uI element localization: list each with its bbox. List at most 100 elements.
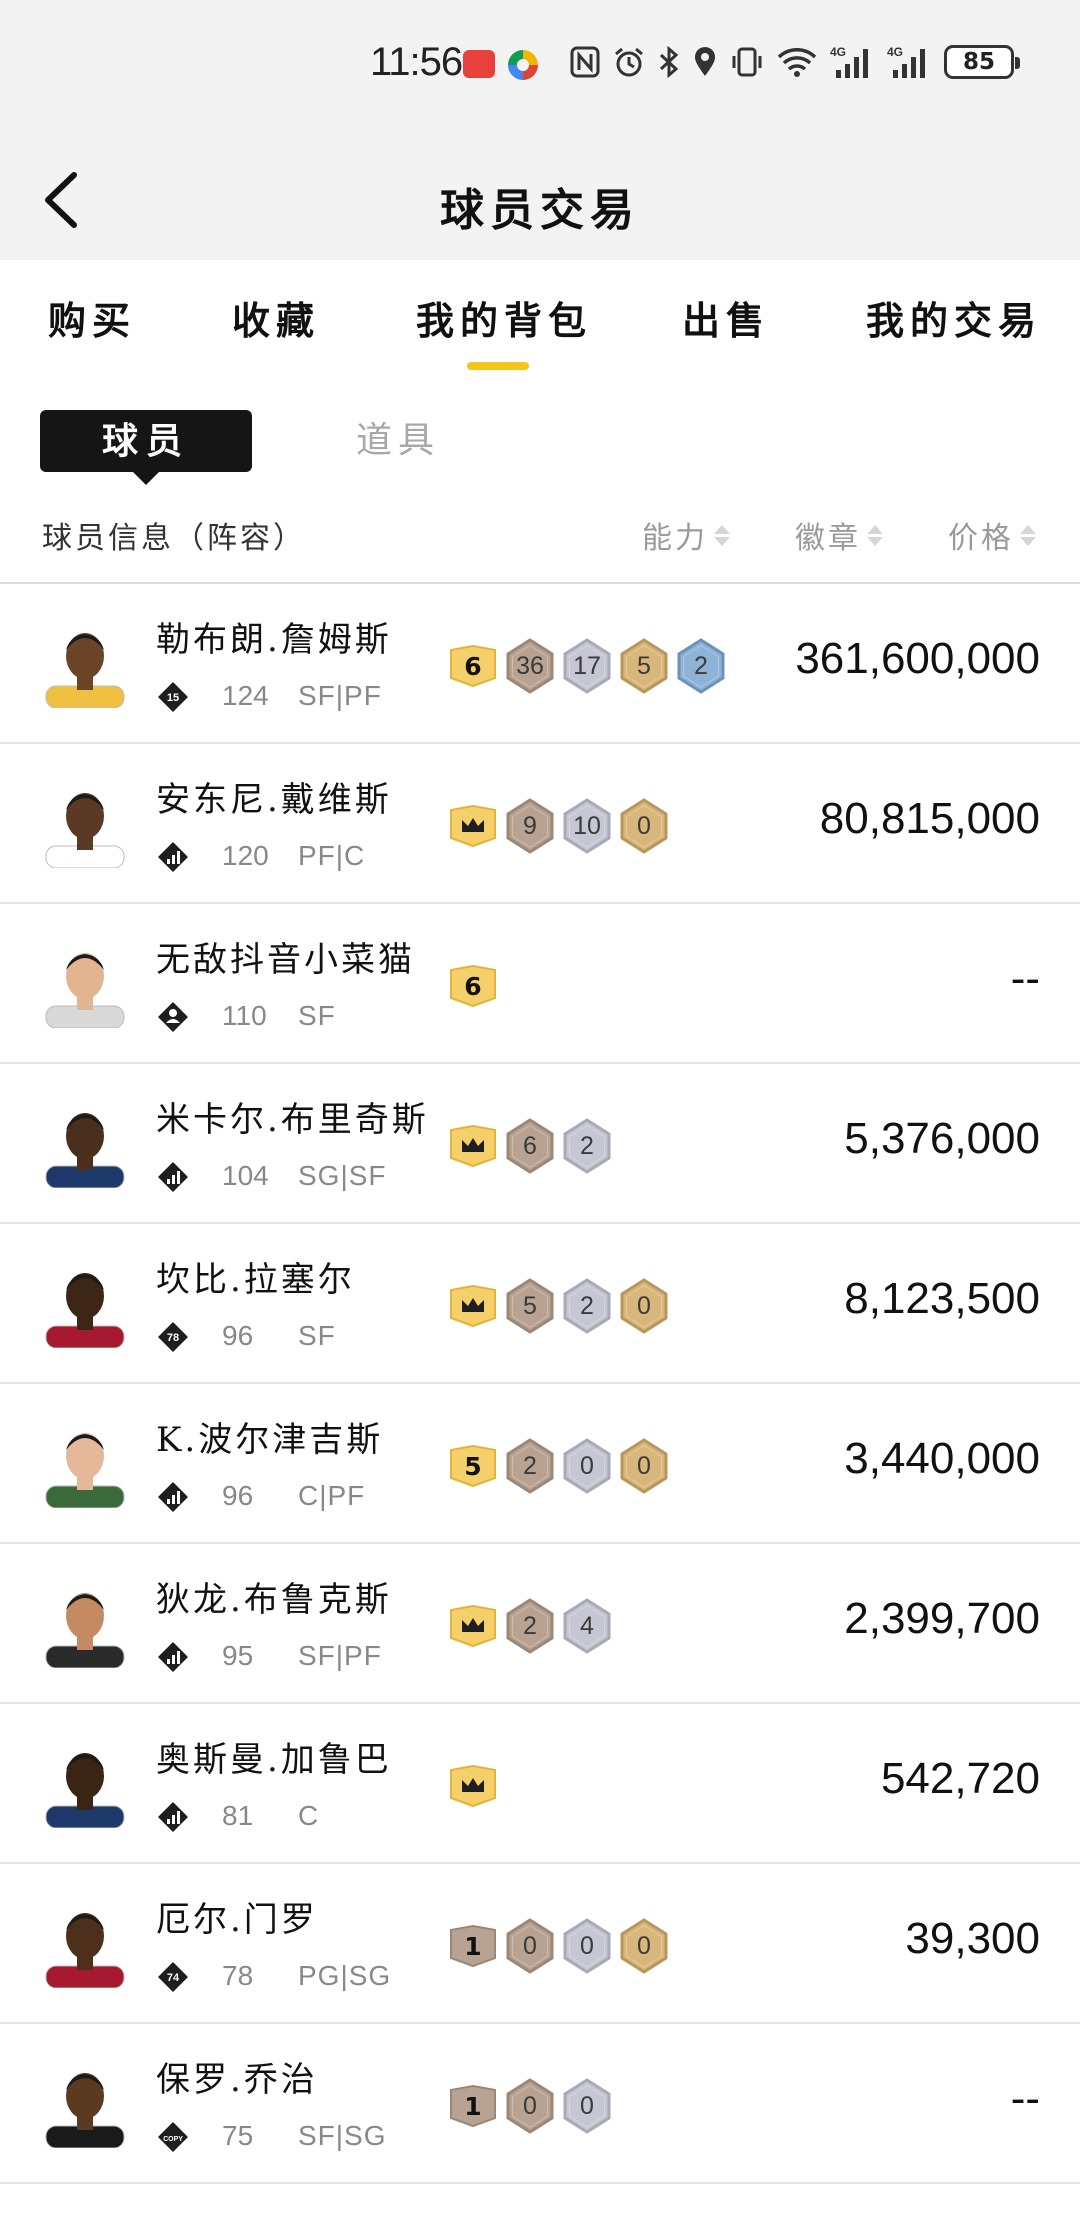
- player-row[interactable]: 狄龙.布鲁克斯 95 SF|PF 2 4 2,399,700: [0, 1544, 1080, 1704]
- badge-count-value: 4: [580, 1611, 594, 1640]
- player-row[interactable]: 勒布朗.詹姆斯 15 124 SF|PF 6 36 17 5 2 361,600,000: [0, 584, 1080, 744]
- sort-price[interactable]: 价格: [948, 513, 1036, 557]
- sort-ability[interactable]: 能力: [642, 513, 730, 557]
- player-ovr: 78: [222, 1960, 254, 1991]
- badge-count: 0: [562, 2078, 612, 2134]
- signal-4g-icon: 4G: [887, 45, 925, 78]
- tab-sell[interactable]: 出售: [682, 290, 770, 345]
- bluetooth-icon: [659, 46, 679, 78]
- signal-bars-icon: [157, 841, 189, 873]
- player-price: --: [1010, 954, 1040, 1003]
- player-badges: 24: [448, 1598, 612, 1654]
- player-ovr: 96: [222, 1480, 254, 1511]
- player-badges: 9 10 0: [448, 798, 669, 854]
- badge-count-value: 2: [694, 651, 708, 680]
- crown-icon: [460, 1772, 486, 1801]
- player-badges: 1 0 0: [448, 2078, 612, 2134]
- player-position: SF|PF: [298, 680, 382, 711]
- ability-badge: [448, 1284, 498, 1328]
- tab-my-backpack[interactable]: 我的背包: [416, 290, 592, 345]
- player-name: 安东尼.戴维斯: [156, 780, 392, 820]
- badge-count-value: 0: [580, 1451, 594, 1480]
- player-row[interactable]: 奥斯曼.加鲁巴 81 C 542,720: [0, 1704, 1080, 1864]
- player-row[interactable]: 厄尔.门罗 74 78 PG|SG 1 0 0 0 39,300: [0, 1864, 1080, 2024]
- player-row[interactable]: 无敌抖音小菜猫 110 SF 6 --: [0, 904, 1080, 1064]
- player-row[interactable]: 米卡尔.布里奇斯 104 SG|SF 6 2 5,376,000: [0, 1064, 1080, 1224]
- wifi-icon: [777, 48, 817, 77]
- badge-count: 0: [505, 1918, 555, 1974]
- badge-count-value: 17: [573, 651, 601, 680]
- tab-my-trades[interactable]: 我的交易: [866, 290, 1042, 345]
- player-position: SF: [298, 1000, 336, 1031]
- status-icons: 4G 4G 85: [570, 42, 1020, 82]
- badge-count-value: 2: [580, 1131, 594, 1160]
- tab-favorites[interactable]: 收藏: [232, 290, 320, 345]
- svg-text:COPY: COPY: [163, 2136, 183, 2143]
- status-bar: 11:56 4G 4G 85: [0, 0, 1080, 130]
- ability-level: 5: [464, 1451, 482, 1481]
- badge-count: 5: [619, 638, 669, 694]
- badge-count-value: 0: [637, 1931, 651, 1960]
- nfc-icon: [570, 46, 600, 78]
- badge-count-value: 0: [637, 1451, 651, 1480]
- player-row[interactable]: 保罗.乔治 COPY 75 SF|SG 1 0 0 --: [0, 2024, 1080, 2184]
- ability-badge: [448, 1764, 498, 1808]
- badge-count: 0: [619, 1438, 669, 1494]
- sort-price-label: 价格: [948, 521, 1014, 556]
- player-ovr: 81: [222, 1800, 254, 1831]
- badge-count: 36: [505, 638, 555, 694]
- sort-arrows-icon: [714, 524, 730, 546]
- player-avatar: [40, 1262, 130, 1348]
- player-ovr: 104: [222, 1160, 269, 1191]
- badge-count-value: 2: [523, 1611, 537, 1640]
- player-ovr: 95: [222, 1640, 254, 1671]
- player-row[interactable]: 安东尼.戴维斯 120 PF|C 9 10 0 80,815,000: [0, 744, 1080, 904]
- player-price: 3,440,000: [844, 1434, 1040, 1483]
- svg-text:15: 15: [167, 692, 179, 704]
- badge-count-value: 0: [523, 2091, 537, 2120]
- sort-badge[interactable]: 徽章: [795, 513, 883, 557]
- badge-count: 0: [562, 1918, 612, 1974]
- player-ovr: 96: [222, 1320, 254, 1351]
- badge-count: 5: [505, 1278, 555, 1334]
- player-name: 厄尔.门罗: [156, 1900, 318, 1940]
- subtab-items[interactable]: 道具: [356, 410, 440, 472]
- tab-buy[interactable]: 购买: [48, 290, 136, 345]
- ability-badge: 6: [448, 644, 498, 688]
- title-bar: 球员交易: [0, 130, 1080, 260]
- player-price: --: [1010, 2074, 1040, 2123]
- player-price: 39,300: [905, 1914, 1040, 1963]
- badge-count-value: 5: [523, 1291, 537, 1320]
- player-position: SF: [298, 1320, 336, 1351]
- crown-icon: [460, 1292, 486, 1321]
- lineup-number-icon: 74: [157, 1961, 189, 1993]
- player-row[interactable]: K.波尔津吉斯 96 C|PF 5 2 0 0 3,440,000: [0, 1384, 1080, 1544]
- player-position: C: [298, 1800, 320, 1831]
- player-badges: 5 2 0: [448, 1278, 669, 1334]
- vibrate-icon: [732, 47, 762, 77]
- badge-count: 0: [619, 1278, 669, 1334]
- badge-count-value: 0: [637, 1291, 651, 1320]
- badge-count: 0: [505, 2078, 555, 2134]
- player-position: PG|SG: [298, 1960, 392, 1991]
- player-badges: [448, 1758, 498, 1814]
- subtab-players[interactable]: 球员: [40, 410, 252, 485]
- sort-arrows-icon: [867, 524, 883, 546]
- badge-count-value: 2: [580, 1291, 594, 1320]
- player-avatar: [40, 1422, 130, 1508]
- player-badges: 62: [448, 1118, 612, 1174]
- player-price: 5,376,000: [844, 1114, 1040, 1163]
- ability-level: 6: [464, 971, 482, 1001]
- player-name: 米卡尔.布里奇斯: [156, 1100, 429, 1140]
- crown-icon: [460, 1612, 486, 1641]
- badge-count: 0: [619, 798, 669, 854]
- ability-level: 1: [464, 1931, 482, 1961]
- svg-text:4G: 4G: [830, 45, 846, 59]
- alarm-icon: [615, 47, 643, 77]
- badge-count: 2: [505, 1598, 555, 1654]
- player-row[interactable]: 坎比.拉塞尔 78 96 SF 5 2 0 8,123,500: [0, 1224, 1080, 1384]
- badge-count: 2: [676, 638, 726, 694]
- badge-count-value: 0: [580, 2091, 594, 2120]
- badge-count-value: 5: [637, 651, 651, 680]
- column-player-info: 球员信息（阵容）: [42, 521, 306, 556]
